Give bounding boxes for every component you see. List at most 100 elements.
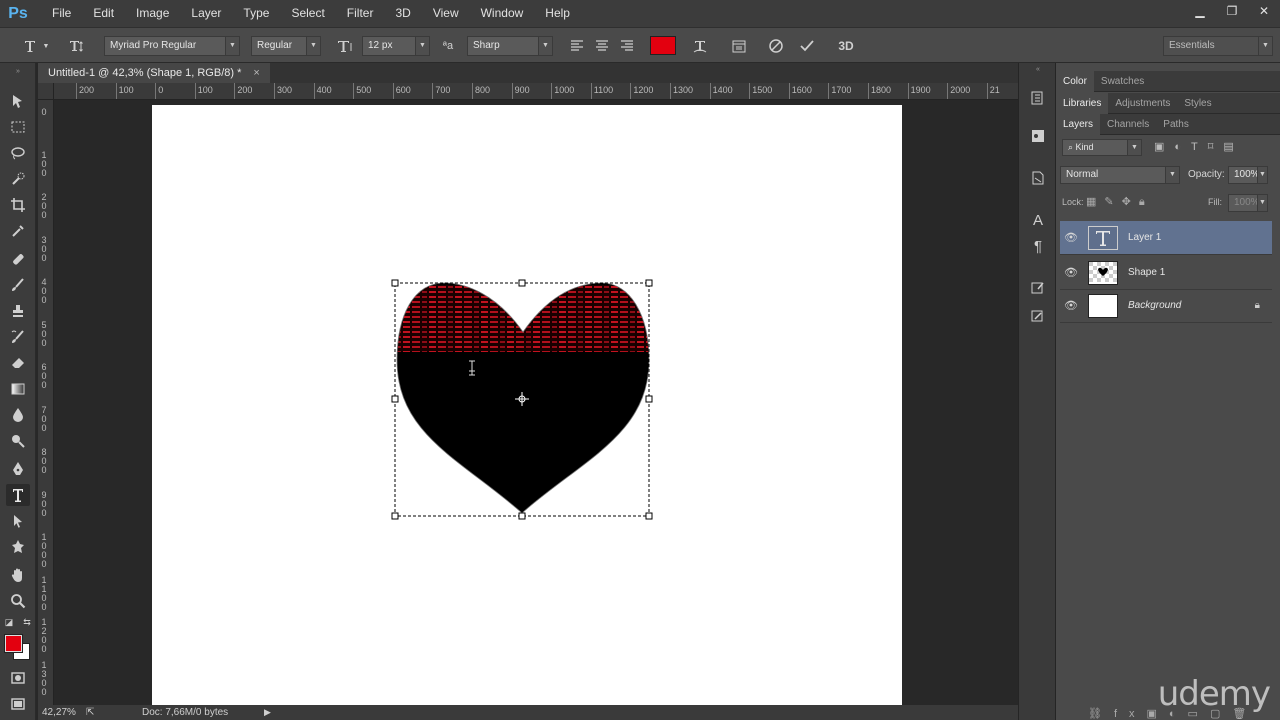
- menu-layer[interactable]: Layer: [180, 0, 232, 27]
- brush-tool-icon[interactable]: [6, 274, 30, 296]
- restore-button[interactable]: ❐: [1216, 0, 1248, 22]
- menu-help[interactable]: Help: [534, 0, 581, 27]
- layer-filter-icons[interactable]: ▣◐T⌑▤: [1154, 140, 1244, 153]
- layer-row-background[interactable]: 👁︎ Background 🔒︎: [1060, 289, 1272, 323]
- tab-swatches[interactable]: Swatches: [1094, 71, 1151, 92]
- zoom-level[interactable]: 42,27%: [42, 705, 76, 720]
- ruler-corner[interactable]: [38, 83, 54, 100]
- dodge-tool-icon[interactable]: [6, 430, 30, 452]
- font-family-select[interactable]: Myriad Pro Regular ▼: [104, 36, 240, 56]
- 3d-icon[interactable]: 3D: [834, 36, 858, 56]
- swap-colors-icon[interactable]: ⇆: [20, 616, 34, 628]
- antialias-select[interactable]: Sharp ▼: [467, 36, 553, 56]
- cancel-icon[interactable]: [766, 36, 786, 56]
- lasso-tool-icon[interactable]: [6, 142, 30, 164]
- close-button[interactable]: ✕: [1248, 0, 1280, 22]
- foreground-color-swatch[interactable]: [4, 634, 23, 653]
- blur-tool-icon[interactable]: [6, 404, 30, 426]
- clone-stamp-tool-icon[interactable]: [6, 300, 30, 322]
- layer-name[interactable]: Shape 1: [1128, 267, 1165, 278]
- layer-name[interactable]: Layer 1: [1128, 232, 1161, 243]
- align-right-icon[interactable]: [617, 36, 637, 56]
- heart-shape-layer[interactable]: [152, 105, 902, 705]
- opacity-input[interactable]: 100% ▼: [1228, 166, 1268, 184]
- tab-adjustments[interactable]: Adjustments: [1108, 93, 1177, 114]
- character-panel-icon[interactable]: A: [1027, 209, 1049, 231]
- expand-panels-icon[interactable]: «: [1027, 63, 1049, 75]
- font-style-select[interactable]: Regular ▼: [251, 36, 321, 56]
- horizontal-ruler[interactable]: 200 100 0 100 200 300 400 500 600 700 800 900 1000 11…: [54, 83, 1018, 100]
- properties-panel-icon[interactable]: [1027, 125, 1049, 147]
- visibility-eye-icon[interactable]: 👁︎: [1060, 299, 1082, 312]
- share-icon[interactable]: ⇱: [86, 705, 94, 720]
- type-tool-preset-icon[interactable]: [20, 36, 40, 56]
- canvas-pasteboard[interactable]: [54, 100, 1018, 705]
- layer-name[interactable]: Background: [1128, 300, 1181, 311]
- menu-3d[interactable]: 3D: [384, 0, 421, 27]
- menu-image[interactable]: Image: [125, 0, 180, 27]
- ruler-label: 100: [197, 85, 213, 95]
- tool-presets-panel-icon[interactable]: [1027, 305, 1049, 327]
- layer-row-shape-1[interactable]: 👁︎ Shape 1: [1060, 256, 1272, 290]
- screen-mode-icon[interactable]: [6, 693, 30, 715]
- align-left-icon[interactable]: [567, 36, 587, 56]
- document-canvas[interactable]: [152, 105, 902, 705]
- history-panel-icon[interactable]: [1027, 87, 1049, 109]
- text-color-swatch[interactable]: [650, 36, 676, 55]
- status-menu-arrow-icon[interactable]: ▶: [264, 705, 271, 720]
- visibility-eye-icon[interactable]: 👁︎: [1060, 231, 1082, 244]
- pen-tool-icon[interactable]: [6, 458, 30, 480]
- quick-selection-tool-icon[interactable]: [6, 168, 30, 190]
- font-size-select[interactable]: 12 px ▼: [362, 36, 430, 56]
- vertical-ruler[interactable]: 0 100 200 300 400 500 600 700 800 900 1000 1100 1200…: [38, 100, 54, 705]
- hand-tool-icon[interactable]: [6, 564, 30, 586]
- eraser-tool-icon[interactable]: [6, 352, 30, 374]
- lock-option-icons[interactable]: ▦✎✥🔒︎: [1086, 195, 1153, 209]
- warp-text-icon[interactable]: [690, 36, 710, 56]
- brush-presets-panel-icon[interactable]: [1027, 277, 1049, 299]
- collapse-panel-icon[interactable]: »: [6, 67, 30, 75]
- visibility-eye-icon[interactable]: 👁︎: [1060, 266, 1082, 279]
- tab-styles[interactable]: Styles: [1177, 93, 1218, 114]
- minimize-button[interactable]: ▁: [1184, 0, 1216, 22]
- crop-tool-icon[interactable]: [6, 194, 30, 216]
- menu-type[interactable]: Type: [232, 0, 280, 27]
- chevron-down-icon[interactable]: ▼: [40, 36, 52, 56]
- healing-brush-tool-icon[interactable]: [6, 248, 30, 270]
- tab-color[interactable]: Color: [1056, 70, 1094, 92]
- character-panel-icon[interactable]: [729, 36, 749, 56]
- align-center-icon[interactable]: [592, 36, 612, 56]
- menu-select[interactable]: Select: [280, 0, 335, 27]
- tab-layers[interactable]: Layers: [1056, 113, 1101, 135]
- quick-mask-icon[interactable]: [6, 667, 30, 689]
- menu-file[interactable]: File: [41, 0, 82, 27]
- paragraph-panel-icon[interactable]: ¶: [1027, 235, 1049, 257]
- type-tool-icon[interactable]: [6, 484, 30, 506]
- default-colors-icon[interactable]: ◪: [2, 616, 16, 628]
- workspace-select[interactable]: Essentials ▼: [1163, 36, 1273, 56]
- zoom-tool-icon[interactable]: [6, 590, 30, 612]
- commit-check-icon[interactable]: [797, 36, 817, 56]
- path-selection-tool-icon[interactable]: [6, 510, 30, 532]
- document-tab[interactable]: Untitled-1 @ 42,3% (Shape 1, RGB/8) * ×: [38, 63, 270, 83]
- eyedropper-tool-icon[interactable]: [6, 220, 30, 242]
- move-tool-icon[interactable]: [6, 90, 30, 112]
- history-brush-tool-icon[interactable]: [6, 326, 30, 348]
- menu-view[interactable]: View: [422, 0, 470, 27]
- tab-paths[interactable]: Paths: [1156, 114, 1196, 135]
- tab-channels[interactable]: Channels: [1100, 114, 1156, 135]
- toggle-text-orientation-icon[interactable]: [67, 36, 87, 56]
- menu-edit[interactable]: Edit: [82, 0, 125, 27]
- custom-shape-tool-icon[interactable]: [6, 536, 30, 558]
- tab-libraries[interactable]: Libraries: [1056, 92, 1109, 114]
- clone-source-panel-icon[interactable]: [1027, 167, 1049, 189]
- blend-mode-select[interactable]: Normal ▼: [1060, 166, 1180, 184]
- layer-filter-select[interactable]: ⌕ Kind ▼: [1062, 139, 1142, 156]
- gradient-tool-icon[interactable]: [6, 378, 30, 400]
- fill-input[interactable]: 100% ▼: [1228, 194, 1268, 212]
- layer-row-layer-1[interactable]: 👁︎ Layer 1: [1060, 221, 1272, 255]
- menu-window[interactable]: Window: [470, 0, 535, 27]
- close-tab-icon[interactable]: ×: [253, 63, 259, 83]
- menu-filter[interactable]: Filter: [336, 0, 385, 27]
- marquee-tool-icon[interactable]: [6, 116, 30, 138]
